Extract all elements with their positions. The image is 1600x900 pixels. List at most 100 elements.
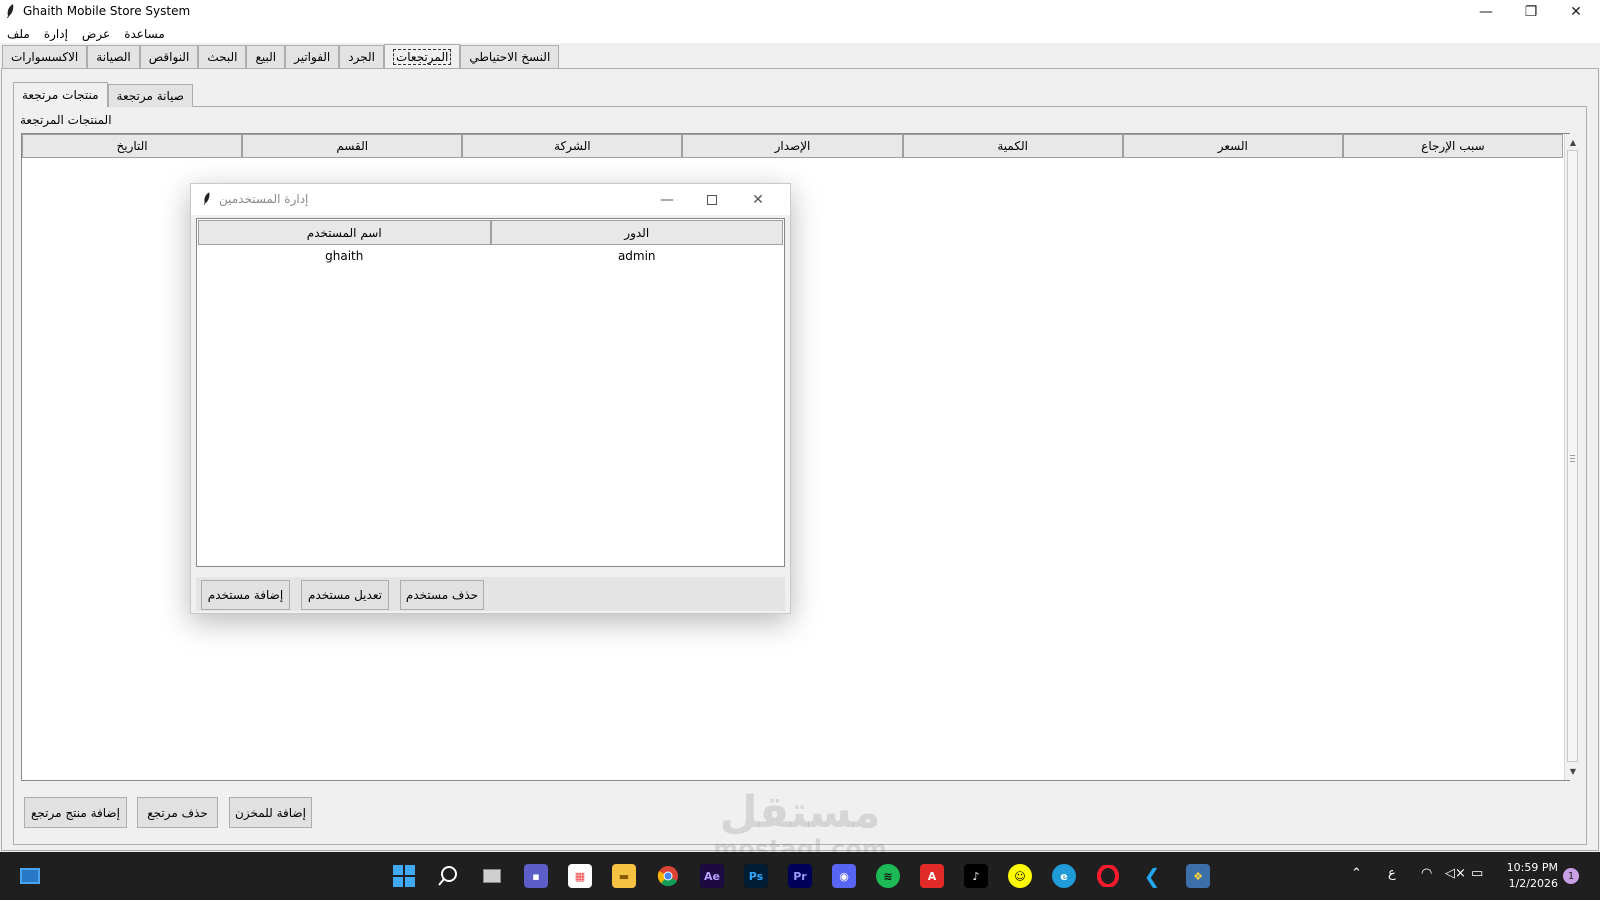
add-to-stock-button[interactable]: إضافة للمخزن [229,797,312,828]
group-label: المنتجات المرتجعة [20,113,112,127]
column-header-version[interactable]: الإصدار [682,134,903,158]
menu-help[interactable]: مساعدة [124,27,165,41]
tab-label: الاكسسوارات [11,50,79,64]
grip-line [1570,455,1575,456]
column-header-quantity[interactable]: الكمية [902,134,1123,158]
clock[interactable]: 10:59 PM 1/2/2026 [1498,860,1558,892]
tab-label: الصيانة [96,50,131,64]
users-table[interactable]: اسم المستخدم الدور ghaith admin [196,218,785,567]
scroll-up-icon[interactable]: ▲ [1565,135,1581,149]
menu-manage[interactable]: إدارة [44,27,68,41]
battery-icon[interactable]: ▭ [1471,866,1483,881]
notification-badge[interactable]: 1 [1563,868,1579,884]
table-header: التاريخ القسم الشركة الإصدار الكمية السع… [22,134,1563,158]
main-tab-bar: الاكسسوارات الصيانة النواقص البحث البيع … [2,44,560,68]
tab-returned-maintenance[interactable]: صيانة مرتجعة [107,84,193,107]
grip-line [1570,461,1575,462]
premiere-pro-icon[interactable]: Pr [788,864,812,888]
column-header-company[interactable]: الشركة [462,134,683,158]
delete-user-button[interactable]: حذف مستخدم [400,580,484,610]
microsoft-store-icon[interactable]: ▦ [568,864,592,888]
tab-backup[interactable]: النسخ الاحتياطي [460,45,560,68]
tab-label: الجرد [348,50,375,64]
tab-label: المرتجعات [392,48,452,65]
minimize-button[interactable]: — [1463,0,1509,24]
column-header-date[interactable]: التاريخ [22,134,243,158]
title-bar: Ghaith Mobile Store System — ❐ ✕ [0,0,1600,24]
feather-icon [7,4,14,18]
delete-return-button[interactable]: حذف مرتجع [137,797,218,828]
scroll-down-icon[interactable]: ▼ [1565,764,1581,778]
language-indicator[interactable]: ع [1388,866,1396,881]
sub-tab-bar: منتجات مرتجعة صيانة مرتجعة [13,82,193,107]
file-explorer-icon[interactable]: ▬ [612,864,636,888]
teams-chat-icon[interactable]: ▪ [524,864,548,888]
menu-file[interactable]: ملف [7,27,30,41]
edge-icon[interactable]: e [1052,864,1076,888]
menu-bar: ملف إدارة عرض مساعدة [0,24,1600,43]
tab-accessories[interactable]: الاكسسوارات [2,45,88,68]
tiktok-icon[interactable]: ♪ [964,864,988,888]
acrobat-icon[interactable]: A [920,864,944,888]
dialog-title: إدارة المستخدمين [219,192,309,206]
restore-button[interactable]: ❐ [1508,0,1554,24]
dialog-title-bar: إدارة المستخدمين — ✕ [191,184,790,215]
photoshop-icon[interactable]: Ps [744,864,768,888]
edit-user-button[interactable]: تعديل مستخدم [301,580,389,610]
vscode-icon[interactable]: ❮ [1140,864,1164,888]
search-icon[interactable] [436,864,460,888]
user-management-dialog: إدارة المستخدمين — ✕ اسم المستخدم الدور … [190,183,791,614]
column-header-price[interactable]: السعر [1122,134,1343,158]
feather-icon [203,192,210,205]
opera-icon[interactable] [1096,864,1120,888]
column-header-role[interactable]: الدور [490,220,783,245]
scroll-thumb[interactable] [1567,150,1578,762]
column-header-category[interactable]: القسم [242,134,463,158]
window-title: Ghaith Mobile Store System [23,4,191,18]
maximize-icon [707,194,717,205]
tab-label: النسخ الاحتياطي [469,50,551,64]
cell-role: admin [617,249,656,263]
tab-label: البيع [255,50,277,64]
windows-start-icon[interactable] [392,864,416,888]
wifi-icon[interactable]: ◠ [1421,866,1432,881]
add-user-button[interactable]: إضافة مستخدم [201,580,290,610]
tab-label: الفواتير [294,50,331,64]
clock-time: 10:59 PM [1506,861,1558,874]
widgets-icon[interactable] [18,864,42,888]
tab-returned-products[interactable]: منتجات مرتجعة [13,82,108,107]
tab-label: النواقص [148,50,190,64]
snapchat-icon[interactable]: ☺ [1008,864,1032,888]
chrome-icon[interactable] [656,864,680,888]
tab-maintenance[interactable]: الصيانة [87,45,140,68]
column-header-username[interactable]: اسم المستخدم [198,220,491,245]
after-effects-icon[interactable]: Ae [700,864,724,888]
task-view-icon[interactable] [480,864,504,888]
spotify-icon[interactable]: ≋ [876,864,900,888]
dialog-close-button[interactable]: ✕ [735,184,781,215]
discord-icon[interactable]: ◉ [832,864,856,888]
grip-line [1570,458,1575,459]
tab-search[interactable]: البحث [198,45,247,68]
vertical-scrollbar[interactable]: ▲ ▼ [1564,134,1580,780]
tab-inventory[interactable]: الجرد [339,45,384,68]
menu-view[interactable]: عرض [82,27,110,41]
taskbar: ▪ ▦ ▬ Ae Ps Pr ◉ ≋ A ♪ ☺ e ❮ ❖ ⌃ ع ◠ ◁× … [0,852,1600,900]
table-row[interactable]: ghaith admin [198,247,783,265]
chevron-up-icon[interactable]: ⌃ [1351,866,1362,881]
close-button[interactable]: ✕ [1553,0,1599,24]
python-icon[interactable]: ❖ [1186,864,1210,888]
tab-invoices[interactable]: الفواتير [285,45,340,68]
tab-returns[interactable]: المرتجعات [383,44,461,68]
dialog-maximize-button[interactable] [689,184,735,215]
tab-shortages[interactable]: النواقص [139,45,199,68]
watermark-arabic: مستقل [719,787,881,838]
add-return-button[interactable]: إضافة منتج مرتجع [24,797,127,828]
clock-date: 1/2/2026 [1508,877,1558,890]
tab-label: صيانة مرتجعة [116,89,184,103]
column-header-return-reason[interactable]: سبب الإرجاع [1342,134,1563,158]
speaker-muted-icon[interactable]: ◁× [1445,866,1466,881]
tab-label: منتجات مرتجعة [22,88,99,102]
dialog-minimize-button[interactable]: — [644,184,690,215]
tab-sales[interactable]: البيع [246,45,286,68]
